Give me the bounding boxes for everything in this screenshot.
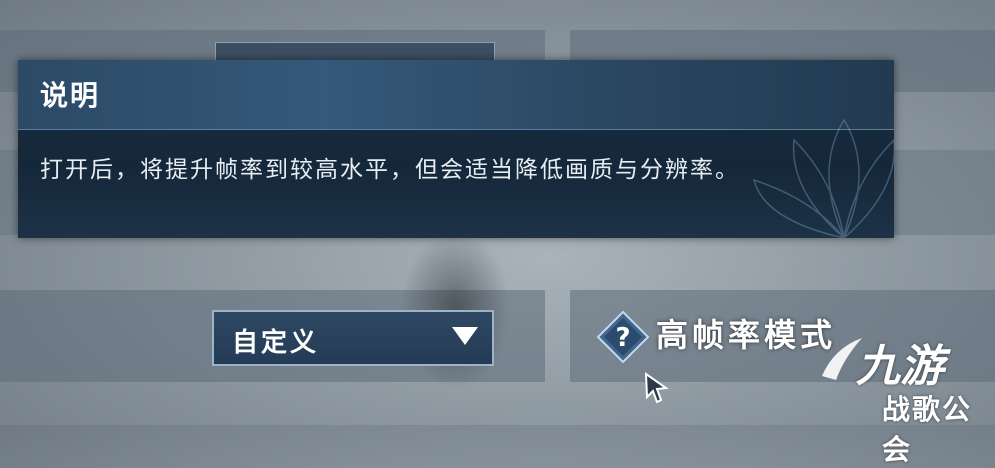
dialog-title: 说明: [40, 79, 101, 112]
dropdown-selected-value: 自定义: [232, 328, 320, 358]
dropdown-arrow-icon: [452, 327, 478, 345]
lotus-decoration: [752, 118, 894, 238]
explanation-dialog: 说明 打开后，将提升帧率到较高水平，但会适当降低画质与分辨率。: [18, 60, 894, 238]
watermark: 九游 战歌公会: [814, 328, 989, 466]
cursor-icon: [644, 372, 669, 404]
watermark-subtitle: 战歌公会: [882, 393, 973, 466]
dialog-body-text: 打开后，将提升帧率到较高水平，但会适当降低画质与分辨率。: [40, 157, 740, 183]
svg-text:?: ?: [615, 323, 630, 353]
help-icon[interactable]: ?: [596, 310, 650, 364]
watermark-logo-text: 九游: [856, 341, 944, 392]
high-frame-rate-mode-label: 高帧率模式: [656, 316, 837, 354]
quality-preset-dropdown[interactable]: 自定义: [212, 310, 494, 366]
